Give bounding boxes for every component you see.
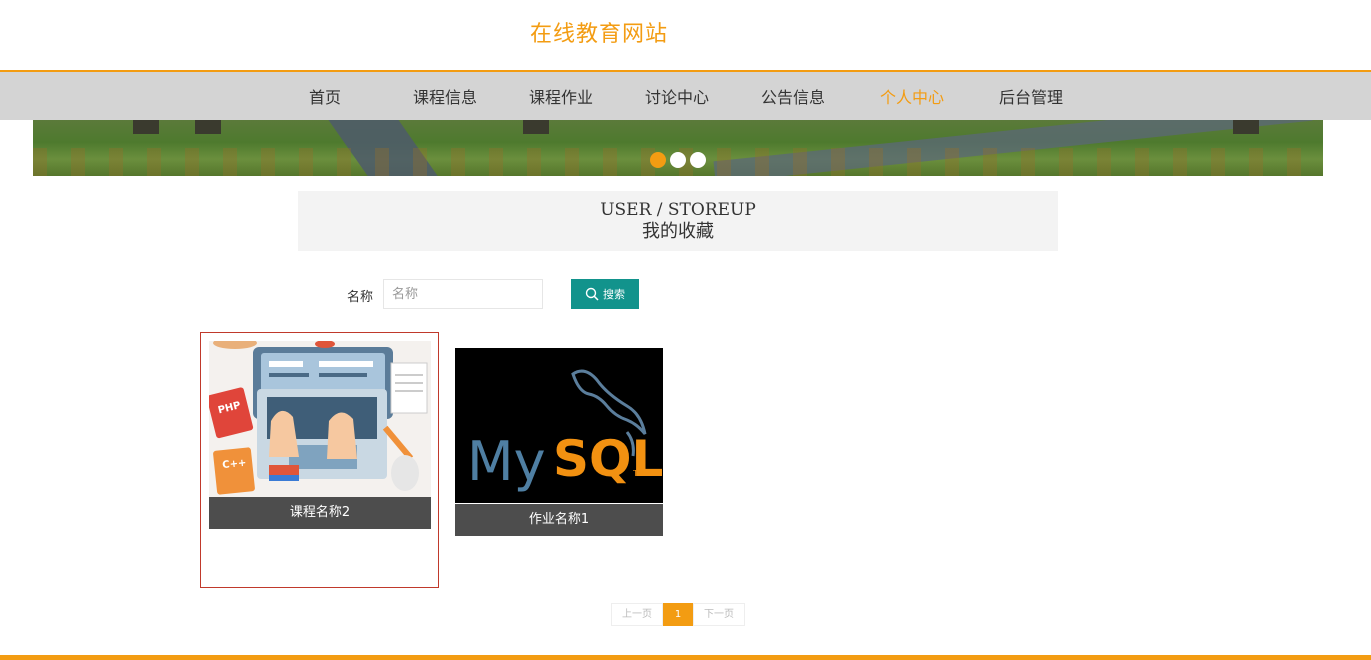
section-title-zh: 我的收藏: [642, 221, 714, 242]
banner-tree-trunk: [523, 120, 549, 134]
search-label: 名称: [347, 290, 374, 305]
favorite-card[interactable]: My SQL TM 作业名称1: [455, 348, 663, 536]
mysql-logo-tm: TM: [632, 469, 645, 478]
card-caption: 课程名称2: [209, 497, 431, 529]
mysql-logo-sql: SQL: [553, 430, 663, 488]
banner-tree-trunk: [195, 120, 221, 134]
nav-item-course-homework[interactable]: 课程作业: [529, 84, 593, 108]
section-title-en: USER / STOREUP: [600, 200, 756, 220]
pagination-prev[interactable]: 上一页: [611, 603, 663, 626]
main-nav: 首页 课程信息 课程作业 讨论中心 公告信息 个人中心 后台管理: [0, 70, 1371, 120]
mysql-logo-my: My: [467, 430, 546, 493]
laptop-illustration-icon: PHP C++: [209, 341, 431, 497]
nav-item-discussion[interactable]: 讨论中心: [645, 84, 709, 108]
nav-item-personal-center[interactable]: 个人中心: [880, 84, 944, 108]
search-input[interactable]: [383, 279, 543, 309]
search-button-label: 搜索: [603, 288, 625, 301]
card-image-mysql: My SQL TM: [455, 348, 663, 503]
pagination-next[interactable]: 下一页: [693, 603, 745, 626]
favorite-card[interactable]: PHP C++ 课程名称2: [200, 332, 439, 588]
carousel-dot-2[interactable]: [670, 152, 686, 168]
card-caption: 作业名称1: [455, 504, 663, 536]
search-button[interactable]: 搜索: [571, 279, 639, 309]
section-title: USER / STOREUP 我的收藏: [298, 191, 1058, 251]
pagination-page-1[interactable]: 1: [663, 603, 693, 626]
site-title: 在线教育网站: [530, 22, 669, 47]
carousel-dot-1[interactable]: [650, 152, 666, 168]
search-icon: [585, 287, 599, 301]
carousel-dot-3[interactable]: [690, 152, 706, 168]
site-header: 在线教育网站: [0, 0, 1371, 70]
nav-item-admin[interactable]: 后台管理: [999, 84, 1063, 108]
card-image-laptop: PHP C++: [209, 341, 431, 497]
mysql-logo-icon: My SQL TM: [455, 348, 663, 503]
banner-tree-trunk: [1233, 120, 1259, 134]
footer-bar: [0, 655, 1371, 660]
nav-item-course-info[interactable]: 课程信息: [413, 84, 477, 108]
nav-item-announcements[interactable]: 公告信息: [761, 84, 825, 108]
banner-tree-trunk: [133, 120, 159, 134]
nav-item-home[interactable]: 首页: [309, 84, 341, 108]
